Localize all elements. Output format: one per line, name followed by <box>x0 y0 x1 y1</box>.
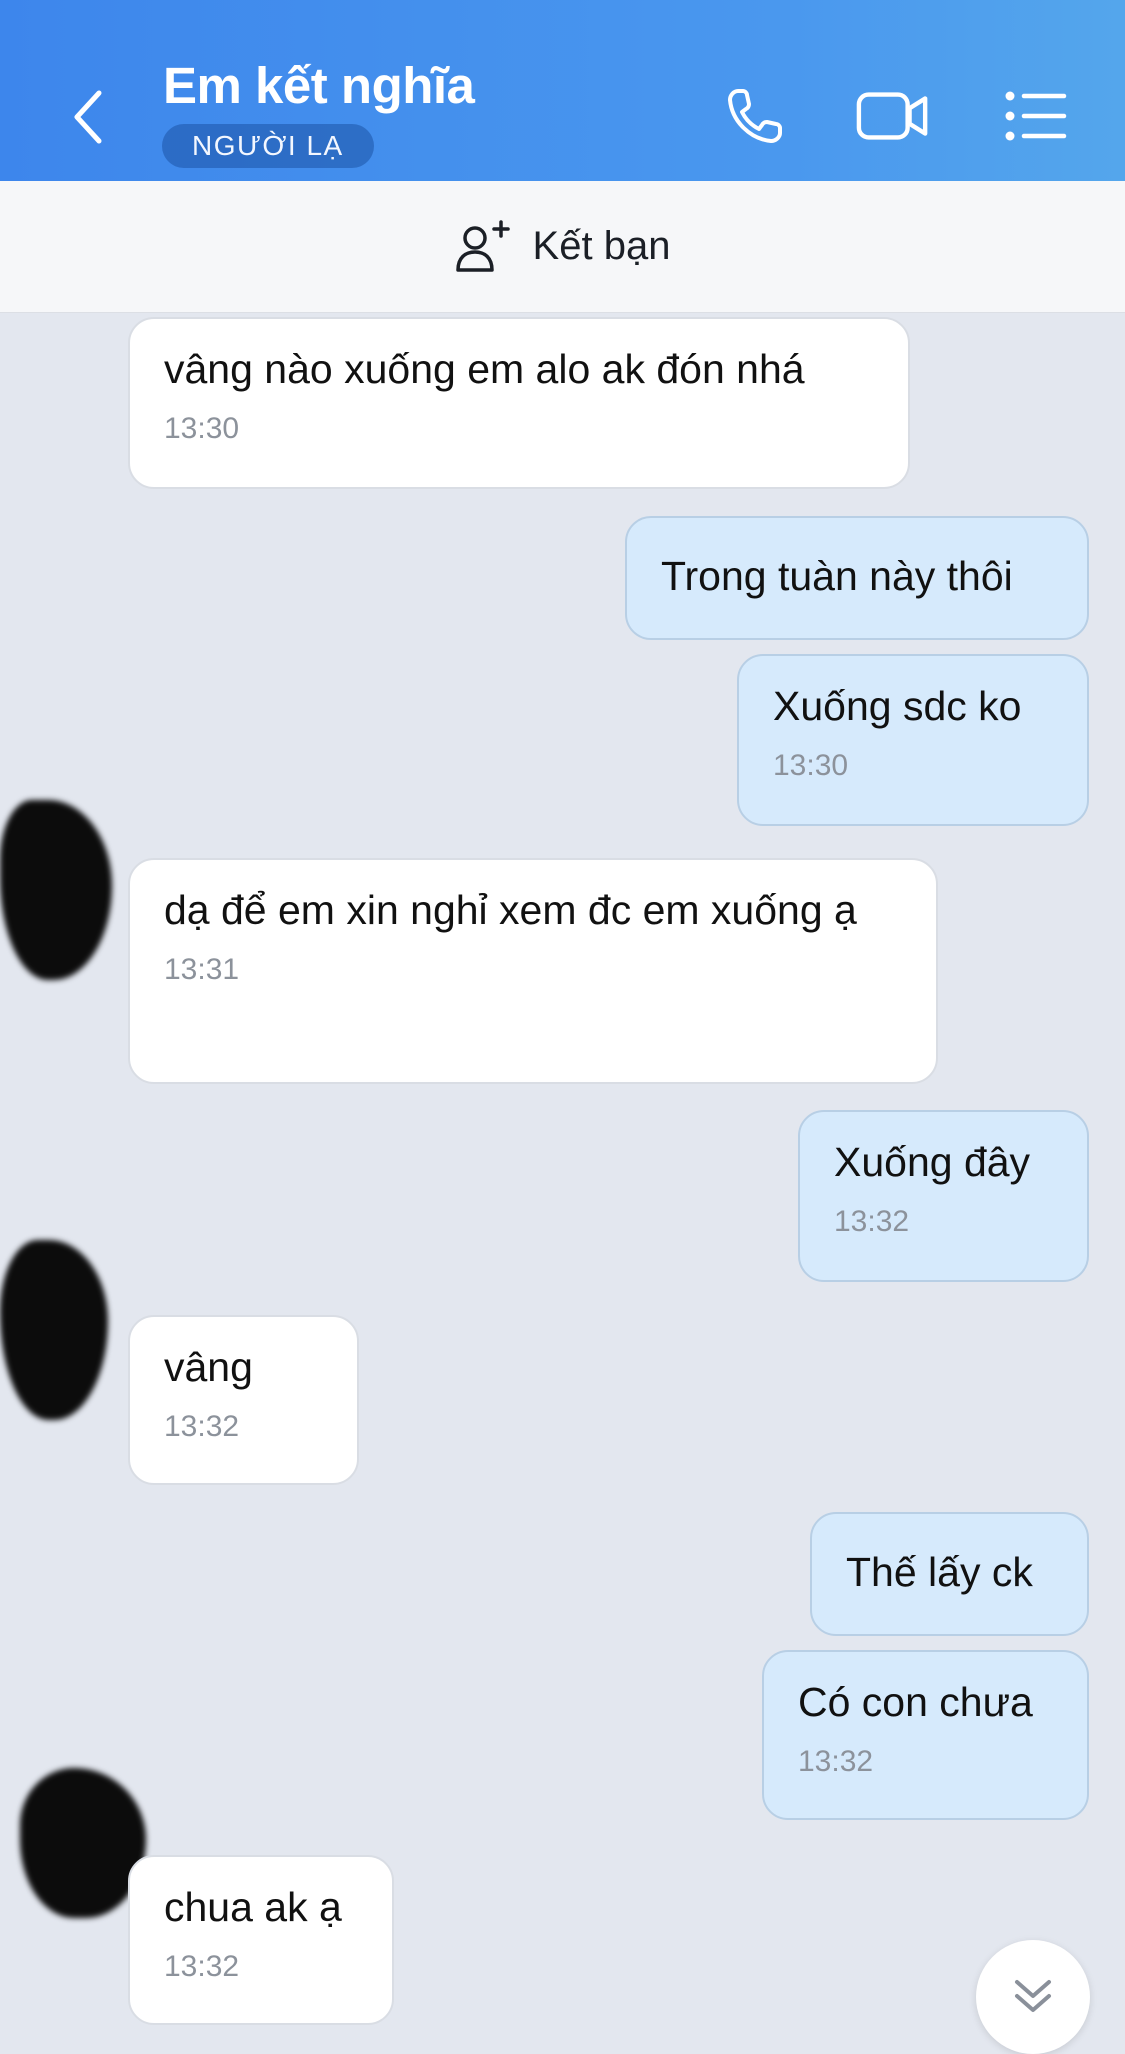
chat-header: Em kết nghĩa NGƯỜI LẠ <box>0 0 1125 181</box>
chevron-left-icon <box>74 90 102 144</box>
message-bubble-sent[interactable]: Xuống đây 13:32 <box>798 1110 1089 1282</box>
add-friend-button[interactable]: Kết bạn <box>0 181 1125 313</box>
contact-name[interactable]: Em kết nghĩa <box>163 56 475 115</box>
add-friend-label: Kết bạn <box>532 224 671 268</box>
message-time: 13:31 <box>164 953 240 986</box>
message-time: 13:32 <box>798 1745 874 1778</box>
message-time: 13:30 <box>773 749 849 782</box>
message-text: dạ để em xin nghỉ xem đc em xuống ạ <box>164 887 857 933</box>
scroll-to-bottom-button[interactable] <box>976 1940 1090 2054</box>
message-text: chua ak ạ <box>164 1884 342 1930</box>
back-button[interactable] <box>58 82 118 152</box>
message-text: vâng nào xuống em alo ak đón nhá <box>164 346 805 392</box>
message-bubble-sent[interactable]: Xuống sdc ko 13:30 <box>737 654 1089 826</box>
contact-avatar[interactable] <box>0 1240 108 1420</box>
stranger-badge: NGƯỜI LẠ <box>162 124 374 168</box>
phone-icon <box>728 89 782 143</box>
message-bubble-sent[interactable]: Thế lấy ck <box>810 1512 1089 1636</box>
message-bubble-sent[interactable]: Có con chưa 13:32 <box>762 1650 1089 1820</box>
message-time: 13:32 <box>164 1410 240 1443</box>
message-bubble-received[interactable]: dạ để em xin nghỉ xem đc em xuống ạ 13:3… <box>128 858 938 1084</box>
contact-avatar[interactable] <box>0 800 112 980</box>
message-bubble-sent[interactable]: Trong tuàn này thôi <box>625 516 1089 640</box>
message-time: 13:32 <box>834 1205 910 1238</box>
message-text: Xuống sdc ko <box>773 683 1022 729</box>
message-bubble-received[interactable]: vâng nào xuống em alo ak đón nhá 13:30 <box>128 317 910 489</box>
video-camera-icon <box>856 92 928 140</box>
call-button[interactable] <box>717 82 793 150</box>
message-text: Xuống đây <box>834 1139 1031 1185</box>
message-text: vâng <box>164 1344 253 1390</box>
video-call-button[interactable] <box>855 82 931 150</box>
list-menu-icon <box>1005 91 1067 141</box>
message-time: 13:30 <box>164 412 240 445</box>
message-time: 13:32 <box>164 1950 240 1983</box>
double-chevron-down-icon <box>1015 1980 1051 2012</box>
message-text: Có con chưa <box>798 1679 1033 1725</box>
message-bubble-received[interactable]: chua ak ạ 13:32 <box>128 1855 394 2025</box>
menu-button[interactable] <box>998 82 1074 150</box>
message-text: Thế lấy ck <box>846 1549 1033 1595</box>
user-plus-icon <box>455 219 510 272</box>
message-text: Trong tuàn này thôi <box>661 553 1013 599</box>
message-bubble-received[interactable]: vâng 13:32 <box>128 1315 359 1485</box>
